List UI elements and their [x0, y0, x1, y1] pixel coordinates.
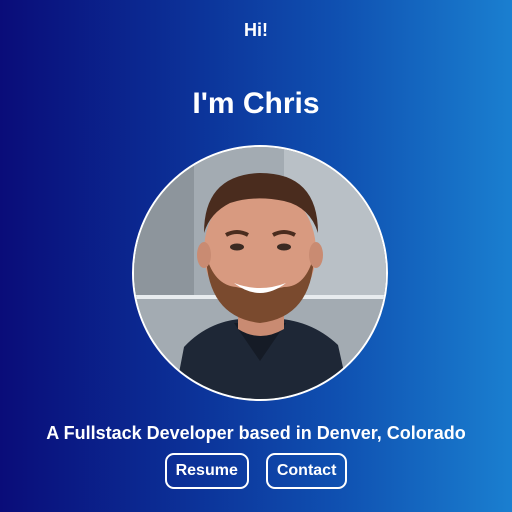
- greeting-text: Hi!: [244, 20, 268, 40]
- tagline-text: A Fullstack Developer based in Denver, C…: [46, 423, 466, 443]
- profile-photo: [132, 145, 388, 401]
- hero-section: Hi! I'm Chris A Fullstack Developer base…: [0, 0, 512, 512]
- resume-button[interactable]: Resume: [164, 453, 249, 489]
- profile-photo-illustration: [134, 147, 386, 399]
- action-buttons: Resume Contact: [0, 453, 512, 489]
- contact-button[interactable]: Contact: [265, 453, 348, 489]
- page-title: I'm Chris: [192, 87, 320, 120]
